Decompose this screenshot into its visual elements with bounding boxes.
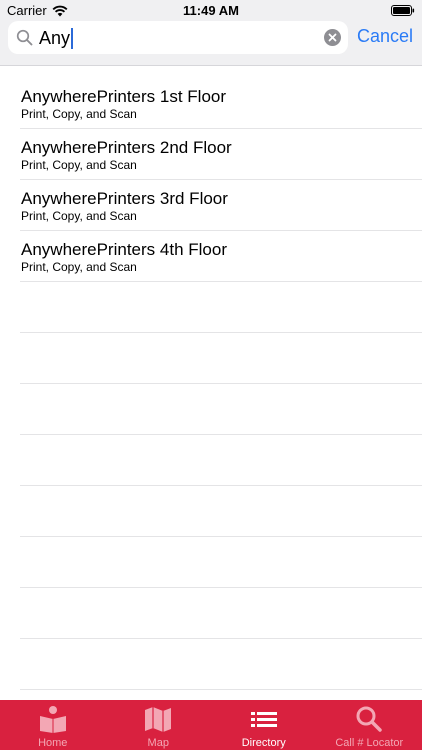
empty-row — [20, 588, 422, 639]
tab-label: Call # Locator — [335, 737, 404, 749]
tab-directory[interactable]: Directory — [211, 700, 317, 750]
header: Carrier 11:49 AM Any Cancel — [0, 0, 422, 66]
tab-bar: Home Map Directory Call # Locator — [0, 700, 422, 750]
empty-row — [20, 282, 422, 333]
list-item-subtitle: Print, Copy, and Scan — [21, 107, 137, 121]
list-item-title: AnywherePrinters 2nd Floor — [21, 138, 232, 157]
results-list: AnywherePrinters 1st Floor Print, Copy, … — [0, 66, 422, 700]
list-item-subtitle: Print, Copy, and Scan — [21, 260, 137, 274]
tab-label: Directory — [241, 737, 286, 749]
clear-text-icon[interactable] — [324, 29, 341, 46]
empty-row — [20, 435, 422, 486]
list-item[interactable]: AnywherePrinters 1st Floor Print, Copy, … — [20, 66, 422, 129]
tab-map[interactable]: Map — [106, 700, 212, 750]
search-input[interactable]: Any — [8, 21, 348, 54]
empty-row — [20, 486, 422, 537]
list-icon — [250, 712, 277, 727]
battery-icon — [391, 5, 415, 16]
list-item-subtitle: Print, Copy, and Scan — [21, 209, 137, 223]
map-icon — [145, 707, 172, 732]
cancel-button[interactable]: Cancel — [357, 26, 413, 47]
list-item-title: AnywherePrinters 3rd Floor — [21, 189, 228, 208]
search-row: Any Cancel — [0, 20, 422, 56]
tab-label: Home — [38, 737, 68, 749]
status-time: 11:49 AM — [183, 3, 239, 18]
list-item-title: AnywherePrinters 4th Floor — [21, 240, 227, 259]
list-item[interactable]: AnywherePrinters 3rd Floor Print, Copy, … — [20, 180, 422, 231]
status-bar: Carrier 11:49 AM — [0, 0, 422, 20]
tab-label: Map — [147, 737, 169, 749]
empty-row — [20, 333, 422, 384]
search-icon — [16, 29, 33, 46]
list-item[interactable]: AnywherePrinters 4th Floor Print, Copy, … — [20, 231, 422, 282]
empty-row — [20, 537, 422, 588]
tab-home[interactable]: Home — [0, 700, 106, 750]
list-item[interactable]: AnywherePrinters 2nd Floor Print, Copy, … — [20, 129, 422, 180]
text-caret — [71, 27, 74, 49]
search-value: Any — [39, 27, 71, 48]
list-item-title: AnywherePrinters 1st Floor — [21, 87, 227, 106]
home-book-icon — [39, 706, 66, 733]
tab-call-number-locator[interactable]: Call # Locator — [317, 700, 422, 750]
list-item-subtitle: Print, Copy, and Scan — [21, 158, 137, 172]
screen: Carrier 11:49 AM Any Cancel AnywherePrin… — [0, 0, 422, 750]
search-text: Any — [39, 27, 74, 49]
empty-row — [20, 639, 422, 690]
search-icon — [356, 706, 382, 732]
empty-row — [20, 384, 422, 435]
